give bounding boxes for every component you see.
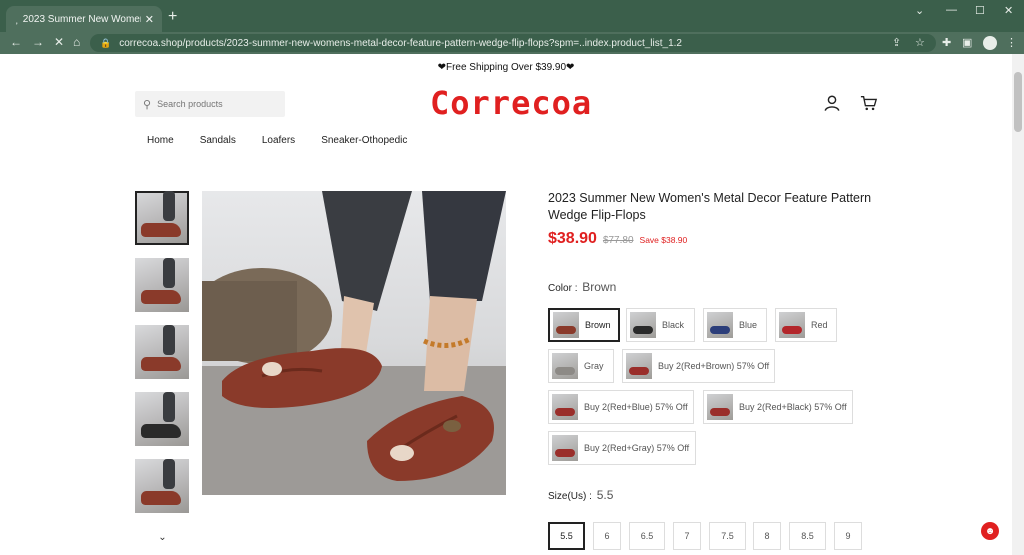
swatch-image: [707, 394, 733, 420]
thumbnail-scroll-down-icon[interactable]: ⌄: [135, 532, 190, 548]
back-icon[interactable]: ←: [10, 35, 22, 49]
color-option-label: Color : Brown: [548, 280, 617, 294]
browser-menu-icon[interactable]: ⋮: [1006, 36, 1017, 49]
compare-price: $77.80: [602, 235, 634, 246]
bookmark-star-icon[interactable]: ☆: [915, 36, 925, 49]
swatch-image: [626, 353, 652, 379]
menu-item-sneaker[interactable]: Sneaker-Othopedic: [321, 135, 407, 146]
menu-item-sandals[interactable]: Sandals: [200, 135, 236, 146]
product-thumbnail[interactable]: [135, 191, 189, 245]
size-option[interactable]: 8: [753, 522, 781, 550]
browser-toolbar: ← → ✕ ⌂ 🔒 correcoa.shop/products/2023-su…: [0, 32, 1024, 54]
stop-loading-icon[interactable]: ✕: [54, 35, 64, 49]
scrollbar-thumb[interactable]: [1014, 72, 1022, 132]
forward-icon[interactable]: →: [32, 35, 44, 49]
lock-icon[interactable]: 🔒: [100, 38, 111, 49]
size-option[interactable]: 8.5: [789, 522, 826, 550]
color-option-blue[interactable]: Blue: [703, 308, 767, 342]
search-input[interactable]: [157, 99, 278, 109]
product-title: 2023 Summer New Women's Metal Decor Feat…: [548, 191, 872, 222]
url-text: correcoa.shop/products/2023-summer-new-w…: [119, 37, 682, 49]
product-thumbnail[interactable]: [135, 325, 189, 379]
sale-price: $38.90: [548, 230, 597, 247]
profile-avatar-icon[interactable]: [983, 36, 997, 50]
tab-search-icon[interactable]: ⌄: [915, 4, 924, 17]
thumbnail-gallery: [135, 191, 190, 526]
search-box[interactable]: ⚲: [135, 91, 285, 117]
size-option[interactable]: 6.5: [629, 522, 665, 550]
maximize-icon[interactable]: ☐: [975, 4, 985, 17]
cart-icon[interactable]: [860, 94, 878, 112]
color-option-bundle-red-gray[interactable]: Buy 2(Red+Gray) 57% Off: [548, 431, 696, 465]
sandal-photo: [202, 191, 506, 495]
product-thumbnail[interactable]: [135, 392, 189, 446]
selected-color: Brown: [582, 280, 617, 294]
tab-favicon: ̦: [14, 13, 17, 25]
swatch-image: [779, 312, 805, 338]
color-option-red[interactable]: Red: [775, 308, 837, 342]
color-option-brown[interactable]: Brown: [548, 308, 620, 342]
main-menu: Home Sandals Loafers Sneaker-Othopedic: [147, 135, 407, 146]
account-icon[interactable]: [823, 94, 841, 112]
side-panel-icon[interactable]: ▣: [962, 36, 972, 49]
size-option[interactable]: 6: [593, 522, 621, 550]
browser-tab[interactable]: ̦ 2023 Summer New Women's Metal Decor Fe…: [6, 6, 162, 32]
swatch-image: [553, 312, 579, 338]
swatch-image: [707, 312, 733, 338]
window-close-icon[interactable]: ✕: [1004, 4, 1013, 17]
page-content: ❤Free Shipping Over $39.90❤ ⚲ Correcoa H…: [0, 54, 1012, 555]
minimize-icon[interactable]: —: [946, 4, 957, 16]
extensions-icon[interactable]: ✚: [942, 36, 951, 49]
size-option[interactable]: 5.5: [548, 522, 585, 550]
page-scrollbar[interactable]: [1012, 54, 1024, 555]
color-option-gray[interactable]: Gray: [548, 349, 614, 383]
site-logo[interactable]: Correcoa: [430, 84, 592, 122]
menu-item-home[interactable]: Home: [147, 135, 174, 146]
tab-title: 2023 Summer New Women's Metal Decor Feat…: [22, 13, 141, 25]
swatch-image: [552, 435, 578, 461]
color-option-black[interactable]: Black: [626, 308, 695, 342]
size-option[interactable]: 7: [673, 522, 701, 550]
address-bar[interactable]: 🔒 correcoa.shop/products/2023-summer-new…: [90, 34, 936, 52]
search-icon: ⚲: [143, 98, 152, 111]
price-row: $38.90 $77.80 Save $38.90: [548, 230, 687, 248]
color-option-bundle-red-brown[interactable]: Buy 2(Red+Brown) 57% Off: [622, 349, 775, 383]
tab-close-icon[interactable]: ✕: [145, 13, 154, 26]
menu-item-loafers[interactable]: Loafers: [262, 135, 295, 146]
home-icon[interactable]: ⌂: [73, 35, 80, 49]
browser-titlebar: ̦ 2023 Summer New Women's Metal Decor Fe…: [0, 0, 1024, 32]
swatch-image: [630, 312, 656, 338]
swatch-image: [552, 353, 578, 379]
new-tab-button[interactable]: +: [168, 8, 177, 26]
product-main-image[interactable]: [202, 191, 506, 495]
swatch-image: [552, 394, 578, 420]
share-icon[interactable]: ⇪: [892, 36, 901, 49]
selected-size: 5.5: [596, 488, 614, 502]
chat-support-icon[interactable]: ☻: [981, 522, 999, 540]
product-thumbnail[interactable]: [135, 258, 189, 312]
save-amount: Save $38.90: [639, 235, 688, 245]
size-option[interactable]: 7.5: [709, 522, 746, 550]
product-thumbnail[interactable]: [135, 459, 189, 513]
size-option-label: Size(Us) : 5.5: [548, 488, 614, 502]
announcement-bar: ❤Free Shipping Over $39.90❤: [437, 62, 575, 73]
color-option-bundle-red-black[interactable]: Buy 2(Red+Black) 57% Off: [703, 390, 853, 424]
size-option[interactable]: 9: [834, 522, 862, 550]
color-option-bundle-red-blue[interactable]: Buy 2(Red+Blue) 57% Off: [548, 390, 694, 424]
